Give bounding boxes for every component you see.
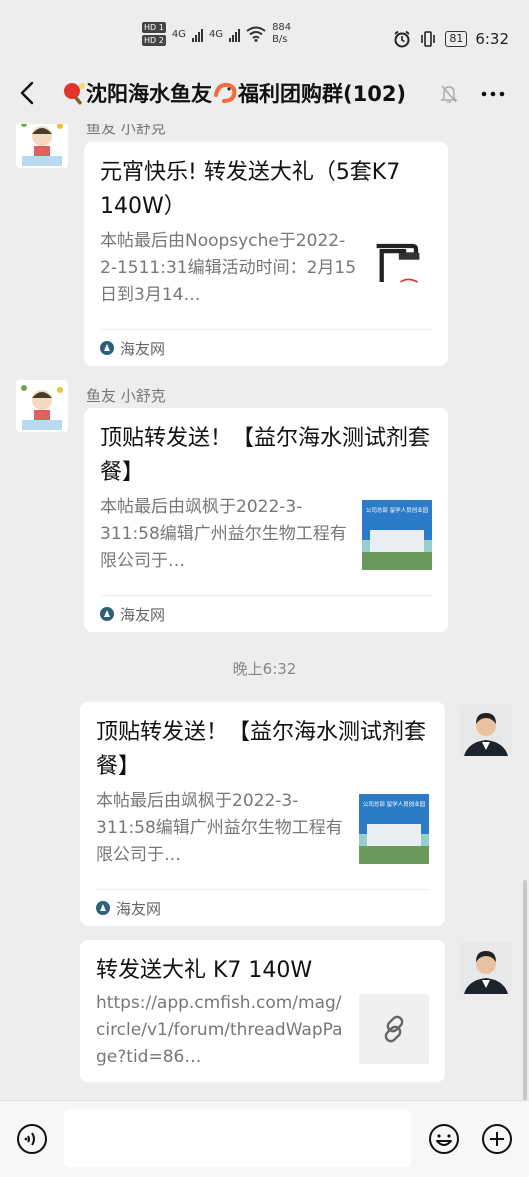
mute-icon xyxy=(440,85,458,103)
link-url: https://app.cmfish.com/mag/circle/v1/for… xyxy=(96,993,343,1067)
voice-icon[interactable] xyxy=(16,1123,48,1155)
article-body: 本帖最后由飒枫于2022-3-311:58编辑广州益尔生物工程有限公司于… 公司… xyxy=(96,788,429,869)
article-desc: 本帖最后由Noopsyche于2022-2-1511:31编辑活动时间：2月15… xyxy=(100,231,357,305)
thumbnail-caption: 公司总部 留学人员创业园 xyxy=(363,800,426,808)
source-icon xyxy=(96,901,110,915)
article-title: 元宵快乐! 转发送大礼（5套K7 140W） xyxy=(100,160,401,219)
self-avatar[interactable] xyxy=(460,704,512,756)
article-source: 海友网 xyxy=(100,595,432,632)
hd2-badge: HD 2 xyxy=(142,35,166,46)
group-title: 沈阳海水鱼友 福利团购群(102) xyxy=(62,78,406,108)
chat-header: 沈阳海水鱼友 福利团购群(102) xyxy=(0,62,529,124)
status-right: 81 6:32 xyxy=(393,30,509,48)
shrimp-icon xyxy=(214,82,237,103)
clock: 6:32 xyxy=(475,30,509,48)
speed-value: 884 xyxy=(272,22,292,33)
vibrate-icon xyxy=(421,31,436,47)
signal-icon xyxy=(191,26,203,42)
link-title: 转发送大礼 K7 140W xyxy=(96,958,313,983)
avatar[interactable] xyxy=(16,124,68,168)
more-icon[interactable] xyxy=(480,84,506,104)
sender-name: 鱼友 小舒克 xyxy=(86,124,166,137)
article-thumbnail: 公司总部 留学人员创业园 xyxy=(359,794,429,864)
article-desc: 本帖最后由飒枫于2022-3-311:58编辑广州益尔生物工程有限公司于… xyxy=(96,791,343,865)
wifi-icon xyxy=(246,26,266,42)
source-icon xyxy=(100,607,114,621)
message-list[interactable]: 鱼友 小舒克 元宵快乐! 转发送大礼（5套K7 140W） 本帖最后由Noops… xyxy=(0,124,529,1100)
article-body: 本帖最后由Noopsyche于2022-2-1511:31编辑活动时间：2月15… xyxy=(100,228,432,309)
shared-article-card[interactable]: 顶贴转发送！【益尔海水测试剂套餐】 本帖最后由飒枫于2022-3-311:58编… xyxy=(80,702,445,926)
battery-level: 81 xyxy=(445,31,468,47)
article-thumbnail xyxy=(368,234,428,294)
sender-name: 鱼友 小舒克 xyxy=(86,387,166,405)
article-title: 顶贴转发送！【益尔海水测试剂套餐】 xyxy=(96,720,427,779)
link-thumbnail xyxy=(359,994,429,1064)
alarm-icon xyxy=(394,30,410,48)
shared-article-card[interactable]: 顶贴转发送！【益尔海水测试剂套餐】 本帖最后由飒枫于2022-3-311:58编… xyxy=(84,408,448,632)
ping-pong-icon xyxy=(64,83,85,105)
article-thumbnail: 公司总部 留学人员创业园 xyxy=(362,500,432,570)
input-bar xyxy=(0,1100,529,1177)
article-body: 本帖最后由飒枫于2022-3-311:58编辑广州益尔生物工程有限公司于… 公司… xyxy=(100,494,432,575)
plus-icon[interactable] xyxy=(481,1123,513,1155)
emoji-icon[interactable] xyxy=(428,1123,460,1155)
group-title-text: 沈阳海水鱼友 xyxy=(86,82,212,106)
source-name: 海友网 xyxy=(116,899,162,918)
message-input[interactable] xyxy=(64,1109,411,1167)
network-speed: 884 B/s xyxy=(272,22,291,46)
back-icon[interactable] xyxy=(16,78,40,108)
source-icon xyxy=(100,341,114,355)
avatar[interactable] xyxy=(16,380,68,432)
signal-icon-2 xyxy=(229,26,241,42)
article-source: 海友网 xyxy=(96,889,429,926)
source-name: 海友网 xyxy=(120,339,166,358)
source-name: 海友网 xyxy=(120,605,166,624)
self-avatar[interactable] xyxy=(460,942,512,994)
network-label-2: 4G xyxy=(208,28,224,40)
time-separator: 晚上6:32 xyxy=(232,660,297,678)
hd1-badge: HD 1 xyxy=(142,22,166,33)
speed-unit: B/s xyxy=(272,34,288,45)
link-icon xyxy=(384,1015,404,1043)
shared-link-card[interactable]: 转发送大礼 K7 140W https://app.cmfish.com/mag… xyxy=(80,940,445,1082)
thumbnail-caption: 公司总部 留学人员创业园 xyxy=(366,506,429,514)
article-source: 海友网 xyxy=(100,329,432,366)
status-bar: HD 1 HD 2 4G 4G 884 B/s 81 6:32 xyxy=(0,0,529,62)
scrollbar[interactable] xyxy=(523,880,527,1100)
article-desc: 本帖最后由飒枫于2022-3-311:58编辑广州益尔生物工程有限公司于… xyxy=(100,497,347,571)
status-left: HD 1 HD 2 4G 4G 884 B/s xyxy=(142,22,291,46)
hd-indicators: HD 1 HD 2 xyxy=(142,22,166,46)
network-label-1: 4G xyxy=(171,28,186,40)
article-title: 顶贴转发送！【益尔海水测试剂套餐】 xyxy=(100,426,431,485)
shared-article-card[interactable]: 元宵快乐! 转发送大礼（5套K7 140W） 本帖最后由Noopsyche于20… xyxy=(84,142,448,366)
group-title-suffix: 福利团购群(102) xyxy=(238,82,407,106)
